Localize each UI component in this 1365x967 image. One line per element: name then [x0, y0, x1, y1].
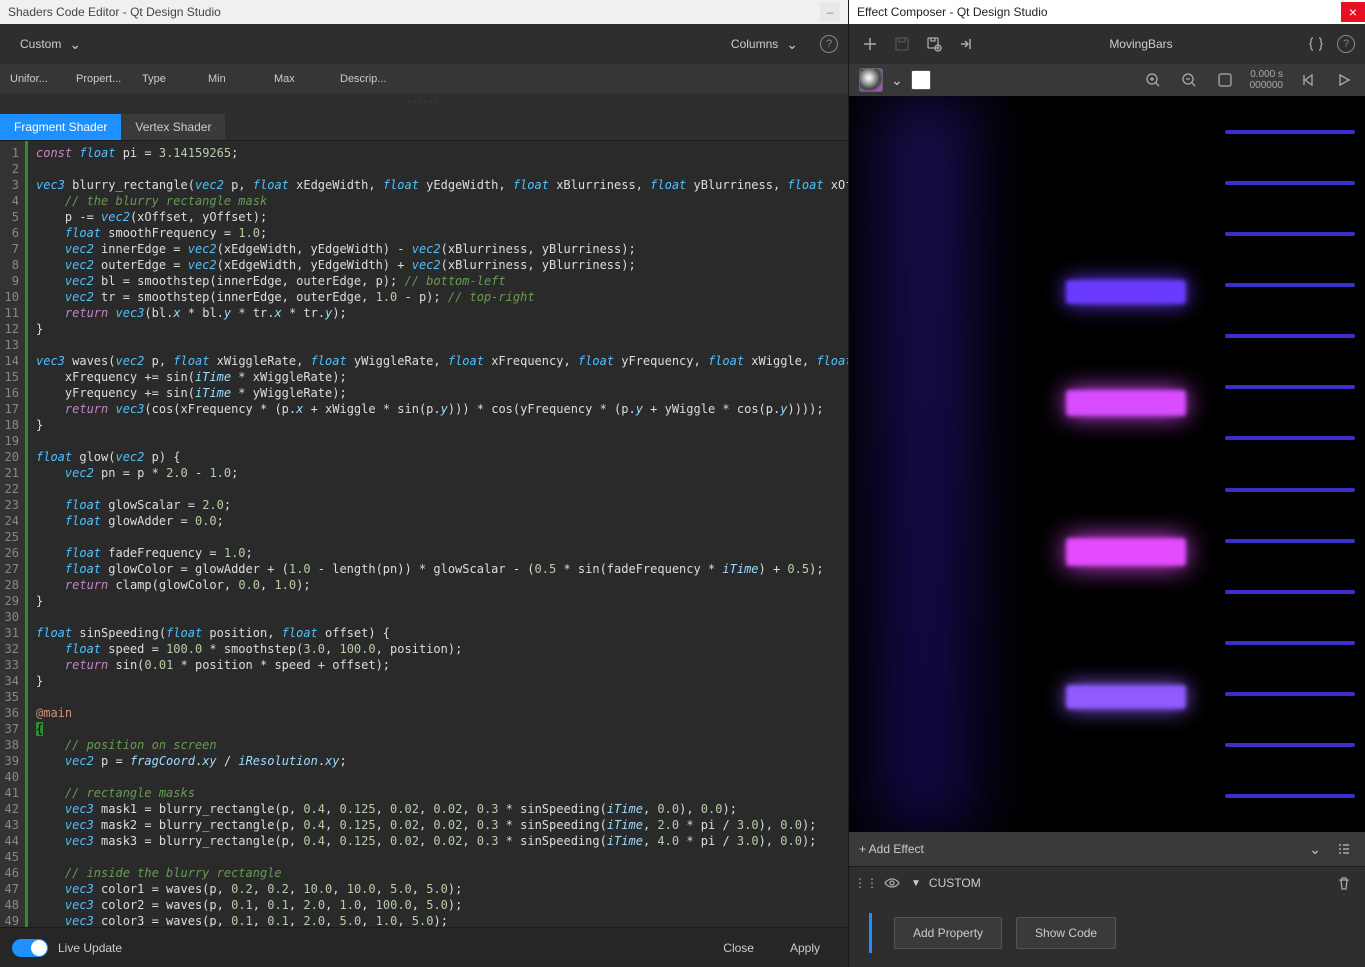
preview-thumb[interactable] — [859, 68, 883, 92]
minimize-icon[interactable]: – — [820, 2, 840, 22]
tab-vertex-shader[interactable]: Vertex Shader — [121, 114, 225, 140]
collapse-caret-icon[interactable]: ▼ — [911, 878, 921, 889]
columns-label: Columns — [731, 37, 778, 51]
effect-preview — [849, 96, 1365, 832]
live-update-toggle[interactable] — [12, 939, 48, 957]
close-icon[interactable]: × — [1341, 2, 1365, 22]
preview-toolbar: ⌄ 0.000 s 000000 — [849, 64, 1365, 96]
effect-composer-titlebar: Effect Composer - Qt Design Studio × — [849, 0, 1365, 24]
col-description[interactable]: Descrip... — [334, 73, 400, 85]
delete-icon[interactable] — [1333, 872, 1355, 894]
shader-dropdown[interactable]: Custom ⌄ — [10, 30, 91, 59]
effect-composer-title: Effect Composer - Qt Design Studio — [857, 5, 1048, 19]
splitter-handle[interactable]: ······ — [0, 94, 848, 111]
col-type[interactable]: Type — [136, 73, 202, 85]
effect-name: MovingBars — [987, 37, 1295, 51]
shader-dropdown-label: Custom — [20, 37, 61, 51]
col-uniform[interactable]: Unifor... — [4, 73, 70, 85]
uniforms-table-header: Unifor... Propert... Type Min Max Descri… — [0, 64, 848, 94]
close-button[interactable]: Close — [707, 933, 770, 963]
chevron-down-icon: ⌄ — [786, 36, 798, 53]
zoom-in-icon[interactable] — [1142, 69, 1164, 91]
list-icon[interactable] — [1333, 838, 1355, 860]
save-icon — [891, 33, 913, 55]
time-display: 0.000 s 000000 — [1250, 69, 1283, 91]
live-update-label: Live Update — [58, 941, 122, 955]
rewind-icon[interactable] — [1297, 69, 1319, 91]
shader-editor-title: Shaders Code Editor - Qt Design Studio — [8, 5, 221, 19]
play-icon[interactable] — [1333, 69, 1355, 91]
effect-node-custom: ⋮⋮ ▼ CUSTOM Add Property Show Code — [849, 866, 1365, 967]
chevron-down-icon: ⌄ — [69, 36, 81, 53]
drag-handle-icon[interactable]: ⋮⋮ — [859, 872, 873, 894]
node-marker — [869, 913, 872, 953]
tab-fragment-shader[interactable]: Fragment Shader — [0, 114, 121, 140]
help-icon[interactable]: ? — [1337, 35, 1355, 53]
effect-node-label: CUSTOM — [929, 876, 981, 890]
add-effect-button[interactable]: + Add Effect ⌄ — [849, 832, 1365, 866]
composer-toolbar: MovingBars ? — [849, 24, 1365, 64]
col-min[interactable]: Min — [202, 73, 268, 85]
bg-color-swatch[interactable] — [911, 70, 931, 90]
columns-dropdown[interactable]: Columns ⌄ — [721, 30, 808, 59]
code-content[interactable]: const float pi = 3.14159265; vec3 blurry… — [28, 141, 848, 927]
visibility-icon[interactable] — [881, 872, 903, 894]
shader-toolbar: Custom ⌄ Columns ⌄ ? — [0, 24, 848, 64]
add-icon[interactable] — [859, 33, 881, 55]
shader-editor-titlebar: Shaders Code Editor - Qt Design Studio – — [0, 0, 848, 24]
chevron-down-icon[interactable]: ⌄ — [891, 72, 903, 89]
apply-button[interactable]: Apply — [774, 933, 836, 963]
assign-icon[interactable] — [955, 33, 977, 55]
zoom-out-icon[interactable] — [1178, 69, 1200, 91]
add-property-button[interactable]: Add Property — [894, 917, 1002, 949]
shader-tabs: Fragment Shader Vertex Shader — [0, 111, 848, 141]
zoom-fit-icon[interactable] — [1214, 69, 1236, 91]
bottom-bar: Live Update Close Apply — [0, 927, 848, 967]
chevron-down-icon: ⌄ — [1309, 841, 1321, 858]
col-max[interactable]: Max — [268, 73, 334, 85]
save-as-icon[interactable] — [923, 33, 945, 55]
show-code-button[interactable]: Show Code — [1016, 917, 1116, 949]
code-braces-icon[interactable] — [1305, 33, 1327, 55]
add-effect-label: + Add Effect — [859, 842, 924, 856]
code-editor[interactable]: 1234567891011121314151617181920212223242… — [0, 141, 848, 927]
line-gutter: 1234567891011121314151617181920212223242… — [0, 141, 28, 927]
help-icon[interactable]: ? — [820, 35, 838, 53]
col-property[interactable]: Propert... — [70, 73, 136, 85]
